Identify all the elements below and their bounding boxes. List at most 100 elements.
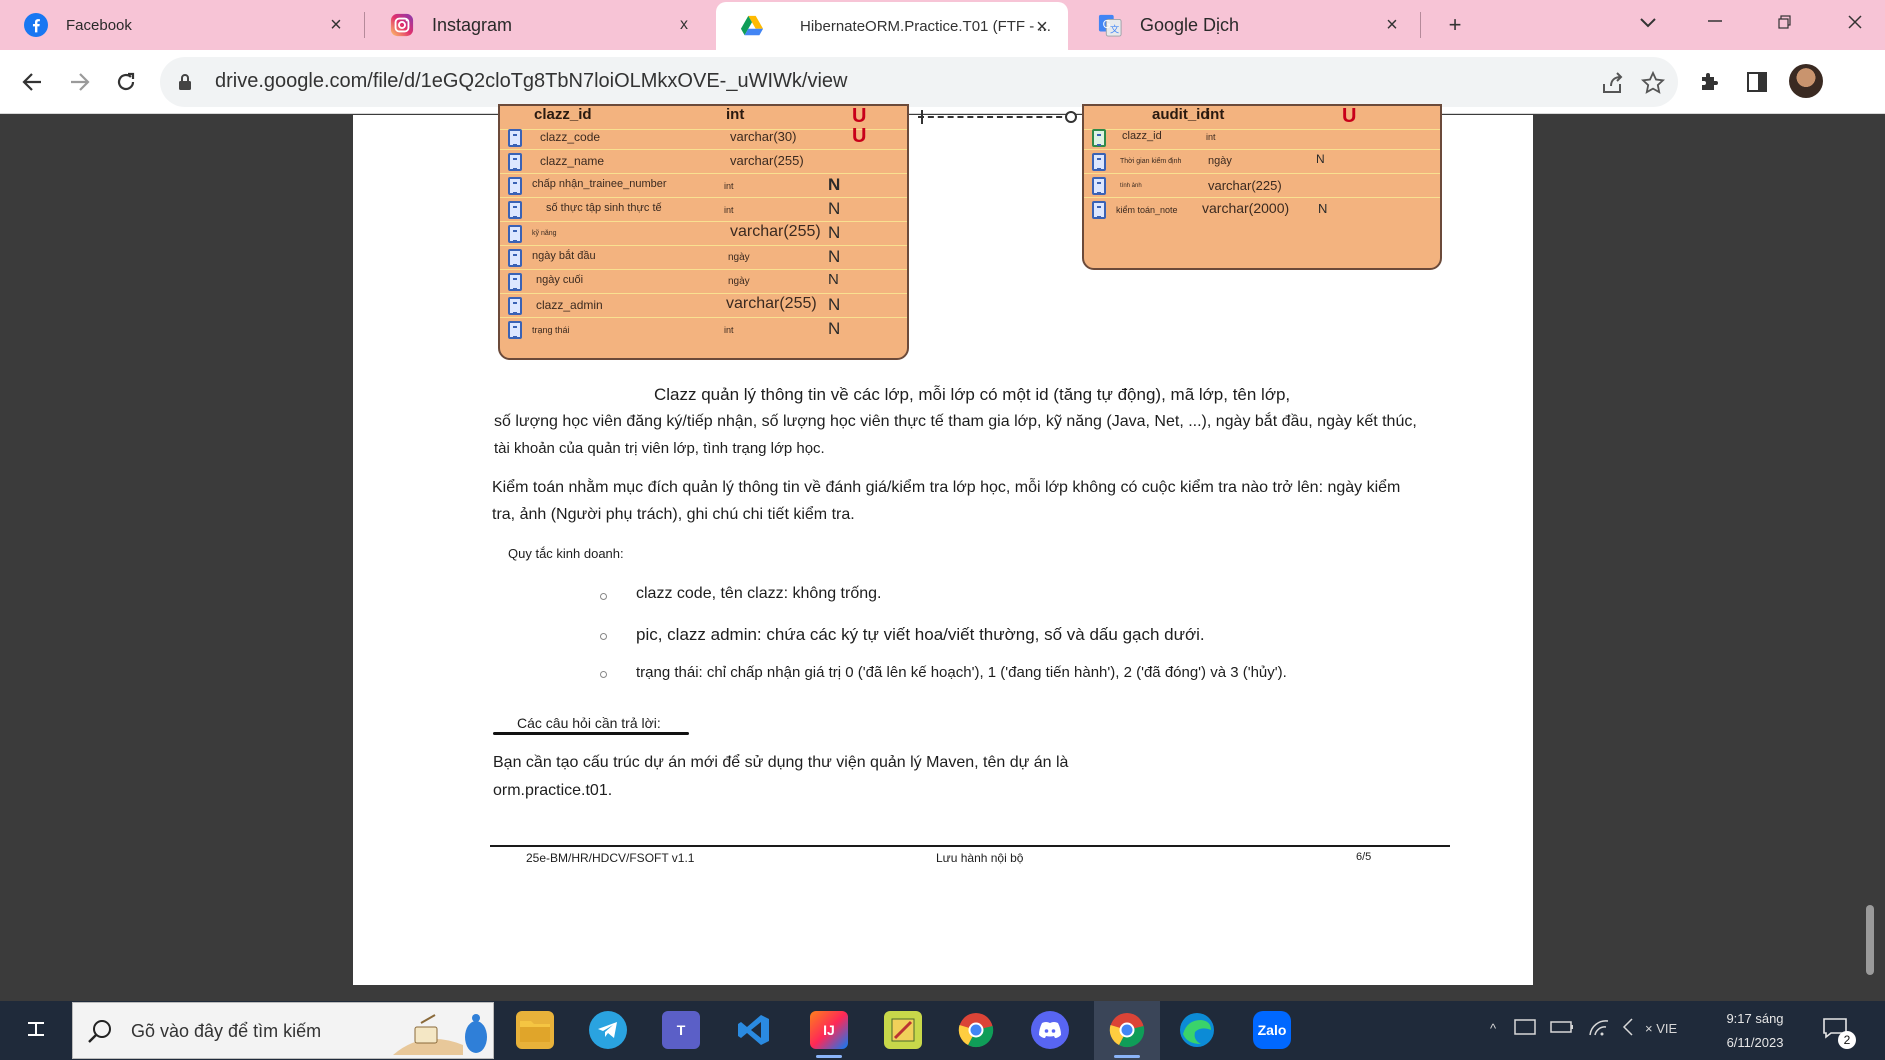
telegram-icon[interactable]: [589, 1011, 627, 1049]
back-arrow-icon[interactable]: [14, 64, 50, 100]
audit-table: audit_id int U clazz_id int Thời gian ki…: [1082, 104, 1442, 270]
system-clock[interactable]: 9:17 sáng 6/11/2023: [1720, 1007, 1790, 1055]
column-icon: [508, 273, 522, 291]
footer-doc-code: 25e-BM/HR/HDCV/FSOFT v1.1: [526, 851, 695, 865]
close-window-icon[interactable]: [1835, 8, 1875, 38]
edge-icon[interactable]: [1178, 1011, 1216, 1049]
new-tab-button[interactable]: +: [1440, 10, 1470, 40]
tab-facebook[interactable]: Facebook ×: [0, 0, 362, 50]
scrollbar-thumb[interactable]: [1866, 905, 1874, 975]
tab-search-chevron-icon[interactable]: [1628, 8, 1668, 38]
column-icon: [508, 321, 522, 339]
column-name: clazz_name: [540, 154, 605, 168]
bullet-icon: [600, 633, 607, 640]
column-name: trạng thái: [532, 325, 570, 335]
wifi-icon[interactable]: [1588, 1017, 1610, 1040]
nullable-flag: N: [828, 199, 841, 218]
taskbar: Gõ vào đây để tìm kiếm T IJ Zalo ^ × VIE…: [0, 1001, 1885, 1060]
close-icon[interactable]: ×: [1030, 15, 1054, 39]
column-icon: [1092, 153, 1106, 171]
tray-screen-icon[interactable]: [1514, 1019, 1536, 1040]
extensions-icon[interactable]: [1695, 67, 1725, 97]
nullable-flag: N: [828, 271, 839, 288]
input-language[interactable]: × VIE: [1645, 1021, 1677, 1036]
intellij-idea-icon[interactable]: IJ: [810, 1011, 848, 1058]
start-menu-icon[interactable]: [22, 1017, 50, 1045]
tab-separator: [364, 12, 365, 38]
column-icon: [1092, 177, 1106, 195]
column-name: clazz_id: [1122, 130, 1162, 142]
table-row: số thực tập sinh thực tế int N: [500, 198, 907, 222]
column-name: clazz_code: [540, 130, 601, 144]
column-icon: [508, 201, 522, 219]
notification-count-badge: 2: [1838, 1031, 1856, 1049]
column-name: audit_id: [1152, 106, 1210, 123]
column-type: ngày: [728, 276, 750, 287]
nullable-flag: N: [828, 295, 841, 314]
google-translate-icon: G文: [1098, 13, 1122, 37]
reload-icon[interactable]: [108, 64, 144, 100]
tab-google-translate[interactable]: G文 Google Dịch ×: [1074, 0, 1418, 50]
taskbar-search[interactable]: Gõ vào đây để tìm kiếm: [72, 1002, 494, 1059]
search-highlight-illustration-icon: [393, 1009, 489, 1055]
notification-center-icon[interactable]: 2: [1822, 1017, 1856, 1049]
column-type: ngày: [1208, 155, 1232, 167]
zalo-icon[interactable]: Zalo: [1253, 1011, 1291, 1049]
table-row: kiểm toán_note varchar(2000) N: [1084, 198, 1440, 222]
volume-icon[interactable]: [1620, 1017, 1636, 1040]
close-icon[interactable]: x: [672, 13, 696, 37]
facebook-icon: [24, 13, 48, 37]
paragraph-line: Kiểm toán nhằm mục đích quản lý thông ti…: [492, 479, 1401, 496]
table-row: kỹ năng varchar(255) N: [500, 222, 907, 246]
table-row: trạng thái int N: [500, 318, 907, 342]
close-icon[interactable]: ×: [324, 13, 348, 37]
battery-icon[interactable]: [1550, 1019, 1574, 1038]
forward-arrow-icon[interactable]: [62, 64, 98, 100]
column-icon: [508, 225, 522, 243]
column-name: clazz_admin: [536, 298, 603, 312]
column-name: clazz_id: [534, 106, 592, 123]
vs-code-icon[interactable]: [735, 1011, 773, 1049]
chrome-active-icon[interactable]: [1108, 1011, 1146, 1058]
close-icon[interactable]: ×: [1380, 13, 1404, 37]
column-type: int: [724, 181, 734, 191]
chrome-icon[interactable]: [957, 1011, 995, 1049]
discord-icon[interactable]: [1031, 1011, 1069, 1049]
column-icon: [508, 297, 522, 315]
lock-icon[interactable]: [178, 73, 192, 96]
questions-heading: Các câu hỏi cần trả lời:: [517, 715, 661, 731]
question-line: orm.practice.t01.: [493, 782, 613, 799]
column-type: ngày: [728, 252, 750, 263]
table-row: clazz_name varchar(255): [500, 150, 907, 174]
column-icon: [508, 249, 522, 267]
paragraph-line: tài khoản của quản trị viên lớp, tình tr…: [494, 440, 825, 457]
nullable-flag: N: [828, 319, 841, 338]
tab-hibernate-orm[interactable]: HibernateORM.Practice.T01 (FTF - ... ×: [716, 2, 1068, 50]
restore-icon[interactable]: [1765, 8, 1805, 38]
tray-overflow-chevron-icon[interactable]: ^: [1490, 1021, 1496, 1036]
share-icon[interactable]: [1600, 70, 1626, 96]
side-panel-icon[interactable]: [1742, 67, 1772, 97]
sticky-tools-icon[interactable]: [884, 1011, 922, 1049]
nullable-flag: N: [828, 175, 841, 194]
file-explorer-icon[interactable]: [516, 1011, 554, 1049]
paragraph-line: số lượng học viên đăng ký/tiếp nhận, số …: [494, 413, 1417, 430]
paragraph-line: Clazz quản lý thông tin về các lớp, mỗi …: [654, 385, 1291, 404]
tab-title: Facebook: [66, 16, 132, 34]
minimize-icon[interactable]: [1695, 8, 1735, 38]
clock-date: 6/11/2023: [1726, 1035, 1784, 1050]
address-bar[interactable]: drive.google.com/file/d/1eGQ2cloTg8TbN7l…: [160, 57, 1678, 107]
url-text[interactable]: drive.google.com/file/d/1eGQ2cloTg8TbN7l…: [215, 70, 847, 93]
ime-indicator: ×: [1645, 1021, 1657, 1036]
column-name: số thực tập sinh thực tế: [546, 202, 662, 214]
column-icon: [508, 153, 522, 171]
profile-avatar[interactable]: [1789, 64, 1823, 98]
bookmark-star-icon[interactable]: [1640, 70, 1666, 96]
column-type: varchar(255): [730, 153, 804, 168]
search-placeholder: Gõ vào đây để tìm kiếm: [131, 1021, 322, 1041]
table-row: clazz_id int: [1084, 126, 1440, 150]
tab-instagram[interactable]: Instagram x: [366, 0, 710, 50]
foreign-key-icon: [1092, 129, 1106, 147]
microsoft-teams-icon[interactable]: T: [662, 1011, 700, 1049]
column-name: tính ảnh: [1120, 183, 1142, 189]
